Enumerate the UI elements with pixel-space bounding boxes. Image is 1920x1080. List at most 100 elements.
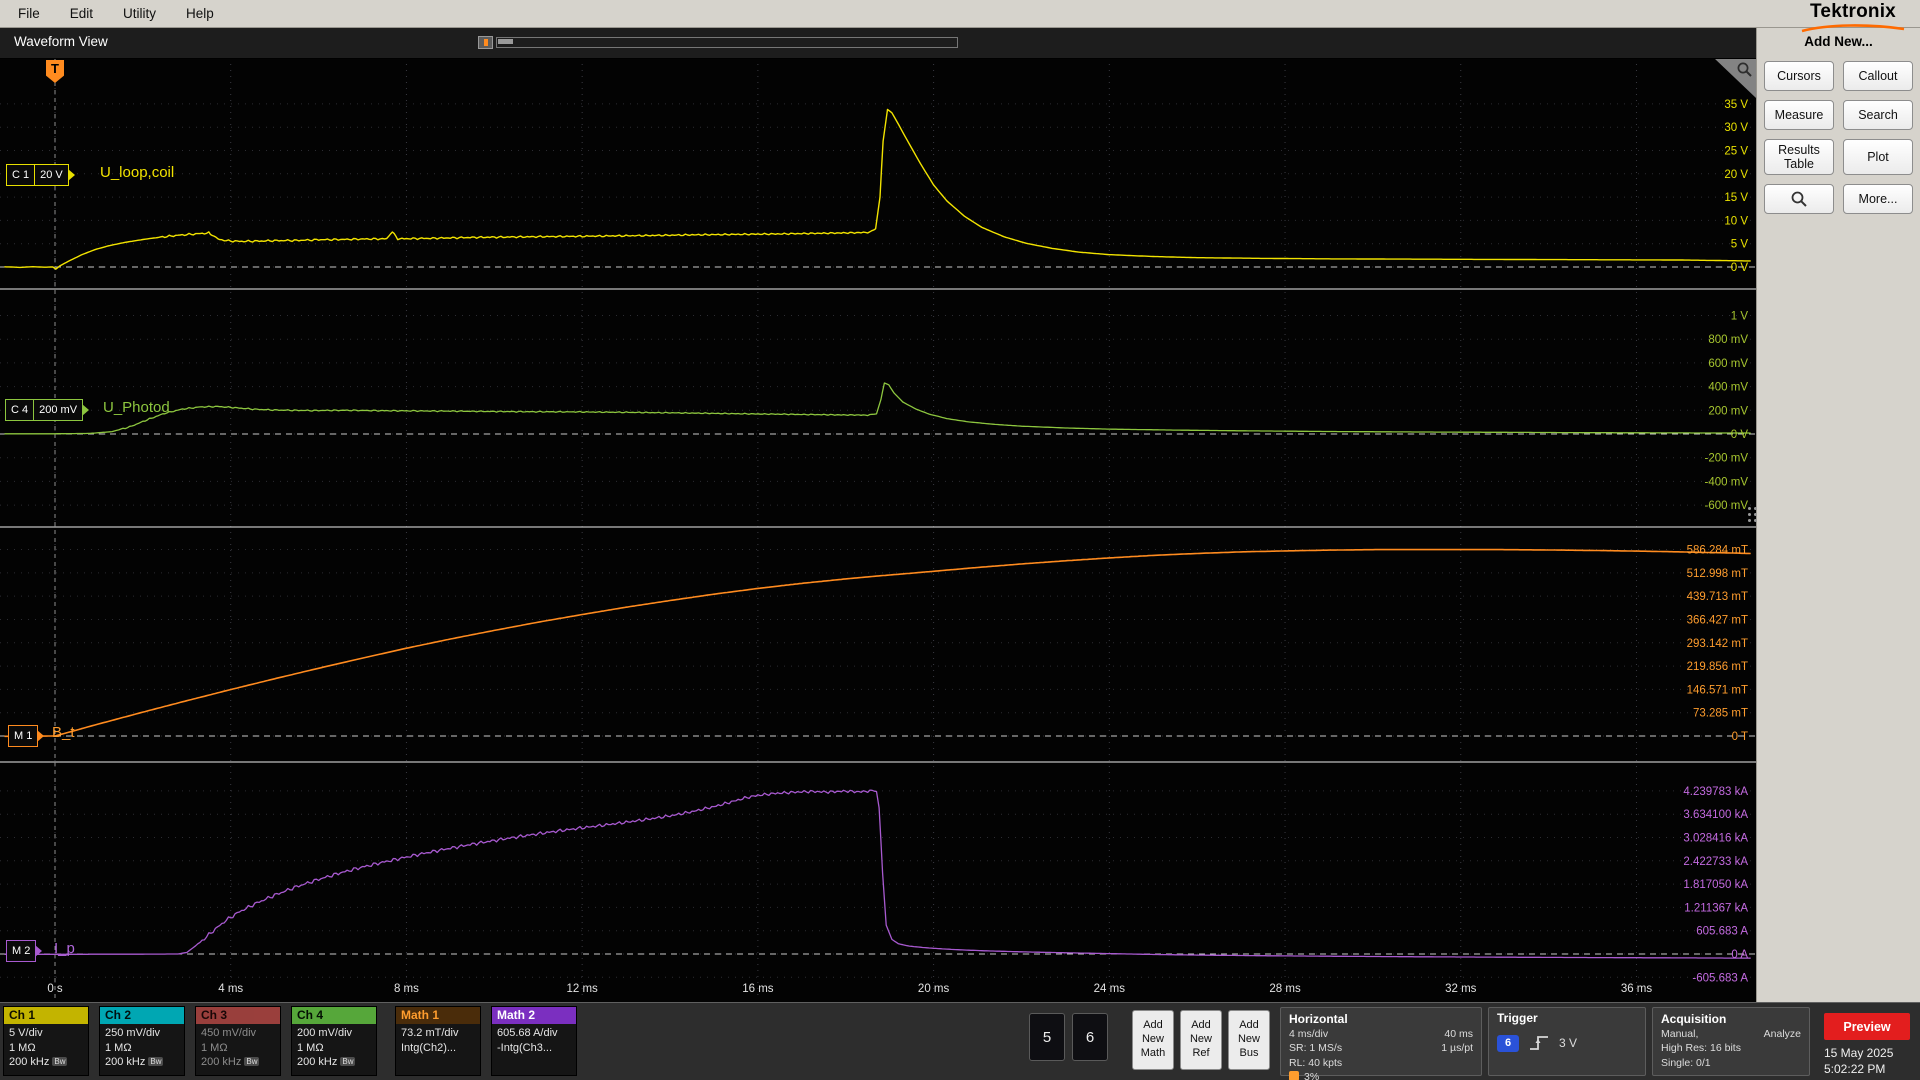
axis-tick-label: -200 mV: [1705, 453, 1749, 465]
waveform-plot[interactable]: 0 V 5 V 10 V 15 V 20 V 25 V 30 V 35 V 1 V 800 mV 6…: [0, 58, 1756, 1002]
tektronix-swoosh-icon: [1801, 24, 1905, 33]
axis-tick-label: 800 mV: [1708, 334, 1748, 346]
channel-badge-settings: 605.68 A/div -Intg(Ch3...: [492, 1024, 576, 1057]
menu-items: File Edit Utility Help: [8, 6, 234, 21]
sidebar-button-measure[interactable]: Measure: [1764, 100, 1834, 130]
channel-setting-line: 73.2 mT/div: [401, 1027, 459, 1039]
channel-6-button[interactable]: 6: [1072, 1013, 1108, 1061]
acquisition-single: Single: 0/1: [1661, 1056, 1711, 1069]
channel-badge-settings: 73.2 mT/div Intg(Ch2)...: [396, 1024, 480, 1057]
axis-tick-label: 219.856 mT: [1687, 661, 1748, 673]
add-button-line: Bus: [1239, 1046, 1259, 1059]
sidebar-button-zoom[interactable]: [1764, 184, 1834, 214]
channel-marker-value: 200 mV: [39, 404, 78, 416]
pan-zoom-grabber-icon[interactable]: [478, 36, 493, 49]
axis-tick-label: -400 mV: [1705, 476, 1749, 488]
axis-tick-label: 1 V: [1731, 311, 1749, 323]
sidebar-button-cursors[interactable]: Cursors: [1764, 61, 1834, 91]
sidebar-button-plot[interactable]: Plot: [1843, 139, 1913, 175]
axis-tick-label: 586.284 mT: [1687, 545, 1748, 557]
sidebar-button-callout[interactable]: Callout: [1843, 61, 1913, 91]
waveform-view-title: Waveform View: [14, 34, 108, 49]
preview-button[interactable]: Preview: [1824, 1013, 1910, 1040]
acquisition-resolution: High Res: 16 bits: [1661, 1042, 1741, 1055]
add-button-line: Math: [1140, 1046, 1166, 1059]
channel-badge-title: Ch 2: [100, 1007, 184, 1024]
acquisition-mode: Manual,: [1661, 1028, 1699, 1041]
add-new-sidebar: Add New... Cursors Callout Measure Search Re…: [1756, 27, 1920, 1002]
sidebar-button-search[interactable]: Search: [1843, 100, 1913, 130]
channel-badge-title: Math 2: [492, 1007, 576, 1024]
trace-label-i-p: I_p: [54, 940, 75, 957]
axis-tick-label: 1.211367 kA: [1684, 902, 1748, 914]
axis-tick-label: 35 V: [1724, 99, 1748, 111]
sidebar-button-more[interactable]: More...: [1843, 184, 1913, 214]
time-axis-label: 20 ms: [918, 983, 950, 995]
trace-label-u-photod: U_Photod: [103, 399, 170, 416]
channel-setting-line: 200 kHz Bw: [297, 1056, 356, 1069]
axis-tick-label: -600 mV: [1705, 500, 1749, 512]
axis-tick-label: 512.998 mT: [1687, 568, 1748, 580]
channel-setting-line: 200 kHz Bw: [9, 1056, 68, 1069]
time-axis-label: 0 s: [47, 983, 63, 995]
channel-setting-line: 450 mV/div: [201, 1027, 257, 1039]
channel-setting-line: 605.68 A/div: [497, 1027, 558, 1039]
add-button-line: New: [1189, 1033, 1212, 1046]
date-label: 15 May 2025: [1824, 1046, 1894, 1060]
channel-badge-ch-4[interactable]: Ch 4 200 mV/div 1 MΩ 200 kHz Bw: [291, 1006, 377, 1076]
axis-tick-label: 3.028416 kA: [1683, 832, 1748, 844]
bandwidth-limit-icon: Bw: [340, 1057, 356, 1067]
time-label: 5:02:22 PM: [1824, 1062, 1886, 1077]
channel-badge-math-1[interactable]: Math 1 73.2 mT/div Intg(Ch2)...: [395, 1006, 481, 1076]
channel-badge-settings: 250 mV/div 1 MΩ 200 kHz Bw: [100, 1024, 184, 1072]
add-new-math-button[interactable]: Add New Math: [1132, 1010, 1174, 1070]
magnifier-icon: [1791, 191, 1807, 207]
menu-item-file[interactable]: File: [8, 6, 60, 21]
axis-tick-label: 0 V: [1731, 429, 1749, 441]
channel-marker-m-2[interactable]: M 2: [6, 940, 43, 962]
menu-bar: File Edit Utility Help Tektronix: [0, 0, 1920, 33]
menu-item-utility[interactable]: Utility: [113, 6, 176, 21]
time-per-point: 1 µs/pt: [1441, 1042, 1473, 1055]
channel-badge-ch-1[interactable]: Ch 1 5 V/div 1 MΩ 200 kHz Bw: [3, 1006, 89, 1076]
time-axis-label: 8 ms: [394, 983, 419, 995]
add-new-ref-button[interactable]: Add New Ref: [1180, 1010, 1222, 1070]
acquisition-panel[interactable]: Acquisition Manual, Analyze High Res: 16…: [1652, 1007, 1810, 1076]
channel-badge-settings: 200 mV/div 1 MΩ 200 kHz Bw: [292, 1024, 376, 1072]
panel-drag-handle[interactable]: [1747, 495, 1757, 533]
channel-marker-c-1[interactable]: C 1 20 V: [6, 164, 75, 186]
axis-tick-label: 5 V: [1731, 239, 1749, 251]
axis-tick-label: 146.571 mT: [1687, 684, 1748, 696]
horizontal-panel[interactable]: Horizontal 4 ms/div 40 ms SR: 1 MS/s 1 µ…: [1280, 1007, 1482, 1080]
channel-setting-line: 1 MΩ: [105, 1041, 132, 1054]
axis-tick-label: 15 V: [1724, 192, 1748, 204]
axis-tick-label: 2.422733 kA: [1683, 856, 1748, 868]
pan-zoom-scrollbar[interactable]: [478, 36, 958, 49]
axis-tick-label: 4.239783 kA: [1683, 786, 1748, 798]
axis-tick-label: 20 V: [1724, 169, 1748, 181]
add-new-bus-button[interactable]: Add New Bus: [1228, 1010, 1270, 1070]
time-axis-label: 36 ms: [1621, 983, 1653, 995]
pan-zoom-handle[interactable]: [498, 39, 513, 44]
trigger-panel[interactable]: Trigger 6 3 V: [1488, 1007, 1646, 1076]
trace-label-b-t: B_t: [52, 724, 75, 741]
time-axis-label: 24 ms: [1094, 983, 1126, 995]
channel-marker-m-1[interactable]: M 1: [8, 725, 45, 747]
pan-zoom-track[interactable]: [496, 37, 958, 48]
horizontal-scale: 4 ms/div: [1289, 1028, 1329, 1041]
channel-badge-math-2[interactable]: Math 2 605.68 A/div -Intg(Ch3...: [491, 1006, 577, 1076]
sidebar-button-results-table[interactable]: Results Table: [1764, 139, 1834, 175]
trigger-title: Trigger: [1497, 1011, 1538, 1025]
channel-setting-line: 1 MΩ: [201, 1041, 228, 1054]
channel-5-button[interactable]: 5: [1029, 1013, 1065, 1061]
menu-item-edit[interactable]: Edit: [60, 6, 113, 21]
channel-marker-label: M 2: [12, 945, 31, 957]
axis-tick-label: 600 mV: [1708, 358, 1748, 370]
channel-badge-ch-3[interactable]: Ch 3 450 mV/div 1 MΩ 200 kHz Bw: [195, 1006, 281, 1076]
menu-item-help[interactable]: Help: [176, 6, 234, 21]
axis-tick-label: 200 mV: [1708, 405, 1748, 417]
channel-setting-line: 200 kHz Bw: [105, 1056, 164, 1069]
axis-tick-label: 0 V: [1731, 262, 1749, 274]
channel-badge-ch-2[interactable]: Ch 2 250 mV/div 1 MΩ 200 kHz Bw: [99, 1006, 185, 1076]
channel-marker-c-4[interactable]: C 4 200 mV: [5, 399, 90, 421]
